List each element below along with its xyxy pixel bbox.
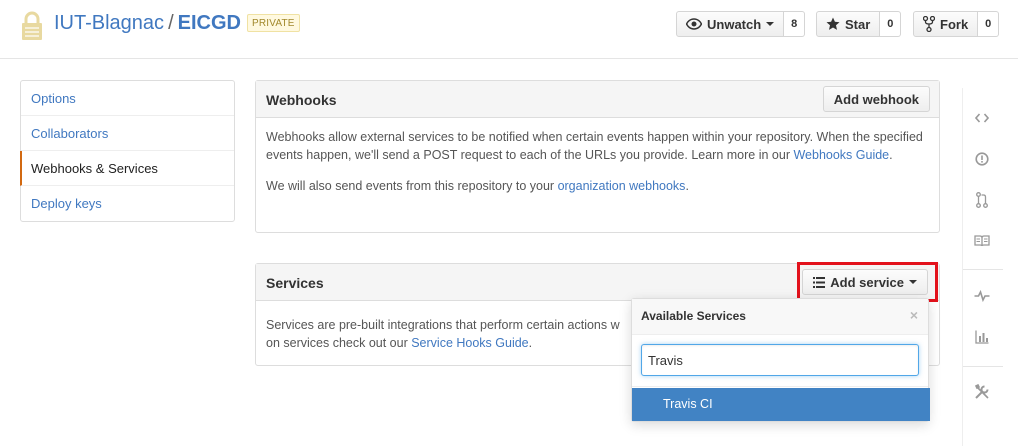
webhooks-text-end: . bbox=[889, 148, 893, 162]
services-text-end: . bbox=[528, 336, 533, 350]
sidenav-divider bbox=[963, 366, 1003, 367]
graph-icon[interactable] bbox=[973, 328, 991, 346]
dropdown-header: Available Services × bbox=[632, 299, 928, 335]
close-icon[interactable]: × bbox=[910, 307, 918, 323]
watch-group: Unwatch 8 bbox=[676, 11, 806, 37]
webhooks-box: Webhooks Add webhook Webhooks allow exte… bbox=[255, 80, 940, 233]
eye-icon bbox=[686, 18, 702, 30]
webhooks-description: Webhooks allow external services to be n… bbox=[266, 128, 929, 164]
unwatch-label: Unwatch bbox=[707, 16, 762, 32]
org-webhooks-note: We will also send events from this repos… bbox=[266, 177, 929, 195]
webhooks-guide-link[interactable]: Webhooks Guide bbox=[793, 148, 889, 162]
repo-owner-link[interactable]: IUT-Blagnac bbox=[54, 12, 164, 34]
pulse-icon[interactable] bbox=[973, 287, 991, 305]
services-title: Services bbox=[266, 275, 324, 291]
service-hooks-guide-link[interactable]: Service Hooks Guide bbox=[411, 336, 528, 350]
services-text-line2: on services check out our bbox=[266, 336, 412, 350]
star-group: Star 0 bbox=[816, 11, 902, 37]
repo-header: IUT-Blagnac / EICGD PRIVATE Unwatch 8 Star … bbox=[0, 0, 1018, 56]
add-webhook-button[interactable]: Add webhook bbox=[822, 86, 930, 112]
menu-item-options[interactable]: Options bbox=[21, 81, 234, 116]
repo-sidenav bbox=[962, 88, 1018, 446]
git-pull-request-icon[interactable] bbox=[973, 191, 991, 209]
org-webhooks-text-end: . bbox=[685, 179, 689, 193]
highlight-annotation bbox=[797, 262, 938, 302]
unwatch-button[interactable]: Unwatch bbox=[676, 11, 785, 37]
fork-group: Fork 0 bbox=[913, 11, 1000, 37]
repo-forked-icon bbox=[923, 16, 935, 32]
book-icon[interactable] bbox=[973, 232, 991, 250]
fork-label: Fork bbox=[940, 16, 969, 32]
watch-count[interactable]: 8 bbox=[784, 11, 806, 37]
fork-button[interactable]: Fork bbox=[913, 11, 979, 37]
lock-icon bbox=[22, 11, 42, 40]
webhooks-body: Webhooks allow external services to be n… bbox=[256, 118, 939, 205]
settings-menu: Options Collaborators Webhooks & Service… bbox=[20, 80, 235, 222]
menu-item-deploy-keys[interactable]: Deploy keys bbox=[21, 186, 234, 221]
star-count[interactable]: 0 bbox=[880, 11, 902, 37]
organization-webhooks-link[interactable]: organization webhooks bbox=[558, 179, 686, 193]
code-icon[interactable] bbox=[973, 109, 991, 127]
star-button[interactable]: Star bbox=[816, 11, 881, 37]
tools-icon[interactable] bbox=[973, 383, 991, 401]
star-label: Star bbox=[845, 16, 871, 32]
path-separator: / bbox=[168, 12, 174, 34]
menu-item-webhooks-services[interactable]: Webhooks & Services bbox=[20, 151, 234, 186]
fork-count[interactable]: 0 bbox=[978, 11, 1000, 37]
repo-name-link[interactable]: EICGD bbox=[178, 12, 241, 34]
private-badge: PRIVATE bbox=[246, 14, 300, 32]
service-option-travis-ci[interactable]: Travis CI bbox=[632, 388, 930, 421]
webhooks-title: Webhooks bbox=[266, 92, 337, 108]
star-icon bbox=[826, 17, 840, 30]
webhooks-header: Webhooks Add webhook bbox=[256, 81, 939, 118]
filter-wrap bbox=[632, 335, 928, 387]
service-filter-input[interactable] bbox=[641, 344, 919, 376]
chevron-down-icon bbox=[766, 22, 775, 26]
services-text-line1: Services are pre-built integrations that… bbox=[266, 318, 620, 332]
dropdown-title: Available Services bbox=[641, 309, 746, 323]
header-divider bbox=[0, 58, 1018, 59]
issue-opened-icon[interactable] bbox=[973, 150, 991, 168]
menu-item-collaborators[interactable]: Collaborators bbox=[21, 116, 234, 151]
sidenav-divider bbox=[963, 269, 1003, 270]
available-services-dropdown: Available Services × Travis CI bbox=[631, 298, 930, 422]
org-webhooks-text: We will also send events from this repos… bbox=[266, 179, 558, 193]
repo-title: IUT-Blagnac / EICGD PRIVATE bbox=[54, 12, 300, 35]
